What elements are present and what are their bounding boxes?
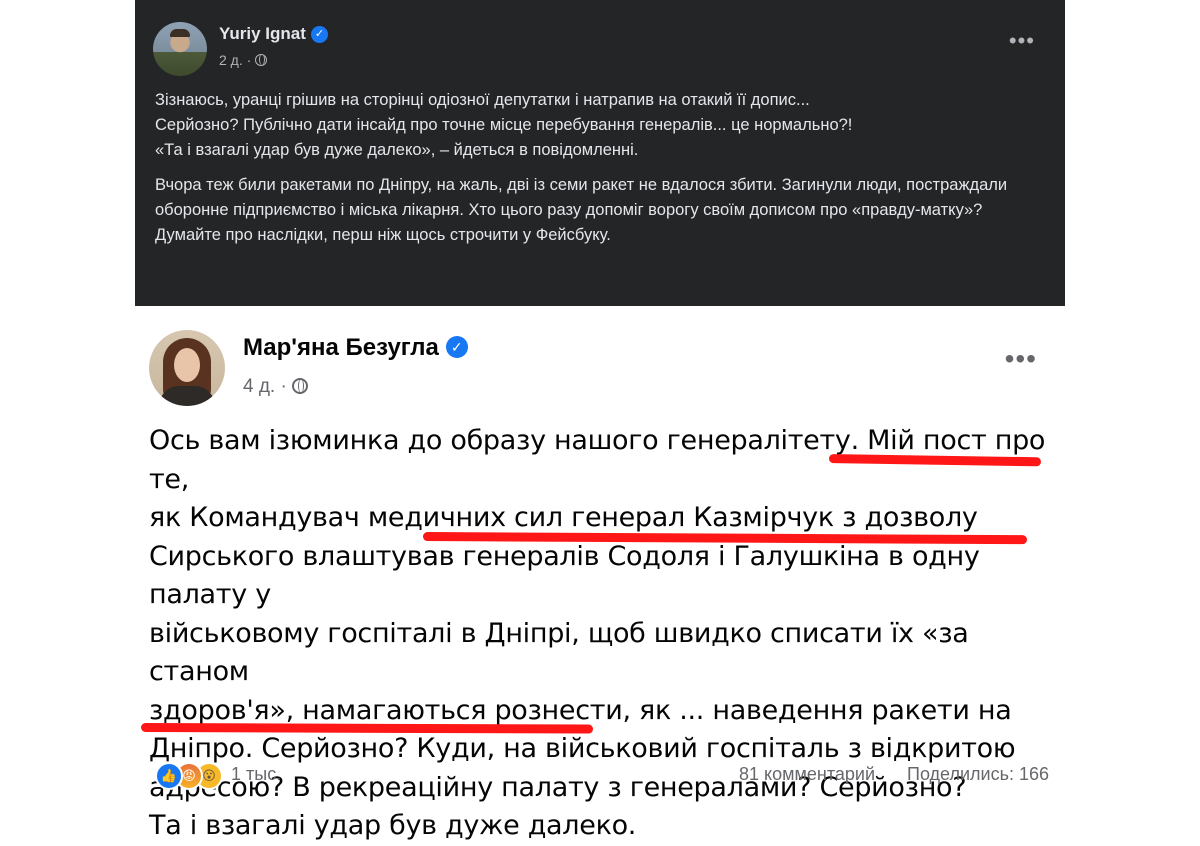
author-name[interactable]: Yuriy Ignat bbox=[219, 24, 306, 43]
post-meta: 4 д. · bbox=[243, 376, 309, 398]
post-maryana-bezuhla: Мар'яна Безугла ✓ 4 д. · ••• Ось вам ізюм… bbox=[135, 310, 1065, 841]
post-time[interactable]: 4 д. bbox=[243, 376, 275, 397]
globe-icon bbox=[255, 54, 268, 66]
author-name-row: Мар'яна Безугла ✓ bbox=[243, 334, 468, 362]
globe-icon bbox=[292, 378, 309, 394]
author-avatar[interactable] bbox=[153, 22, 207, 76]
comments-count[interactable]: 81 комментарий bbox=[739, 764, 875, 785]
post-yuriy-ignat: Yuriy Ignat ✓ 2 д. · ••• Зізнаюсь, уранці… bbox=[135, 0, 1065, 306]
verified-badge-icon: ✓ bbox=[310, 26, 328, 43]
more-options-icon[interactable]: ••• bbox=[1009, 30, 1035, 52]
post-text: Зізнаюсь, уранці грішив на сторінці одіо… bbox=[155, 88, 1045, 258]
author-avatar[interactable] bbox=[149, 330, 225, 406]
post-footer: 👍 😡 😮 1 тыс. 81 комментарий Поделились: … bbox=[135, 756, 1065, 796]
post-line: військовому госпіталі в Дніпрі, щоб швид… bbox=[149, 617, 969, 688]
more-options-icon[interactable]: ••• bbox=[1005, 345, 1037, 373]
reaction-count[interactable]: 1 тыс. bbox=[231, 764, 281, 785]
post-line: як Командувач медичних сил генерал Казмі… bbox=[149, 502, 978, 533]
post-time[interactable]: 2 д. bbox=[219, 52, 243, 68]
verified-badge-icon: ✓ bbox=[445, 336, 468, 358]
shares-count[interactable]: Поделились: 166 bbox=[907, 764, 1049, 785]
author-name[interactable]: Мар'яна Безугла bbox=[243, 334, 439, 361]
post-meta: 2 д. · bbox=[219, 52, 268, 68]
red-underline-3 bbox=[140, 723, 594, 734]
post-paragraph: Вчора теж били ракетами по Дніпру, на жа… bbox=[155, 176, 1008, 244]
author-name-row: Yuriy Ignat ✓ bbox=[219, 24, 328, 44]
like-reaction-icon: 👍 bbox=[155, 762, 183, 790]
post-paragraph: Зізнаюсь, уранці грішив на сторінці одіо… bbox=[155, 91, 853, 159]
post-line: Сирського влаштував генералів Содоля і Г… bbox=[149, 540, 980, 611]
post-line: Та і взагалі удар був дуже далеко. bbox=[149, 810, 637, 841]
